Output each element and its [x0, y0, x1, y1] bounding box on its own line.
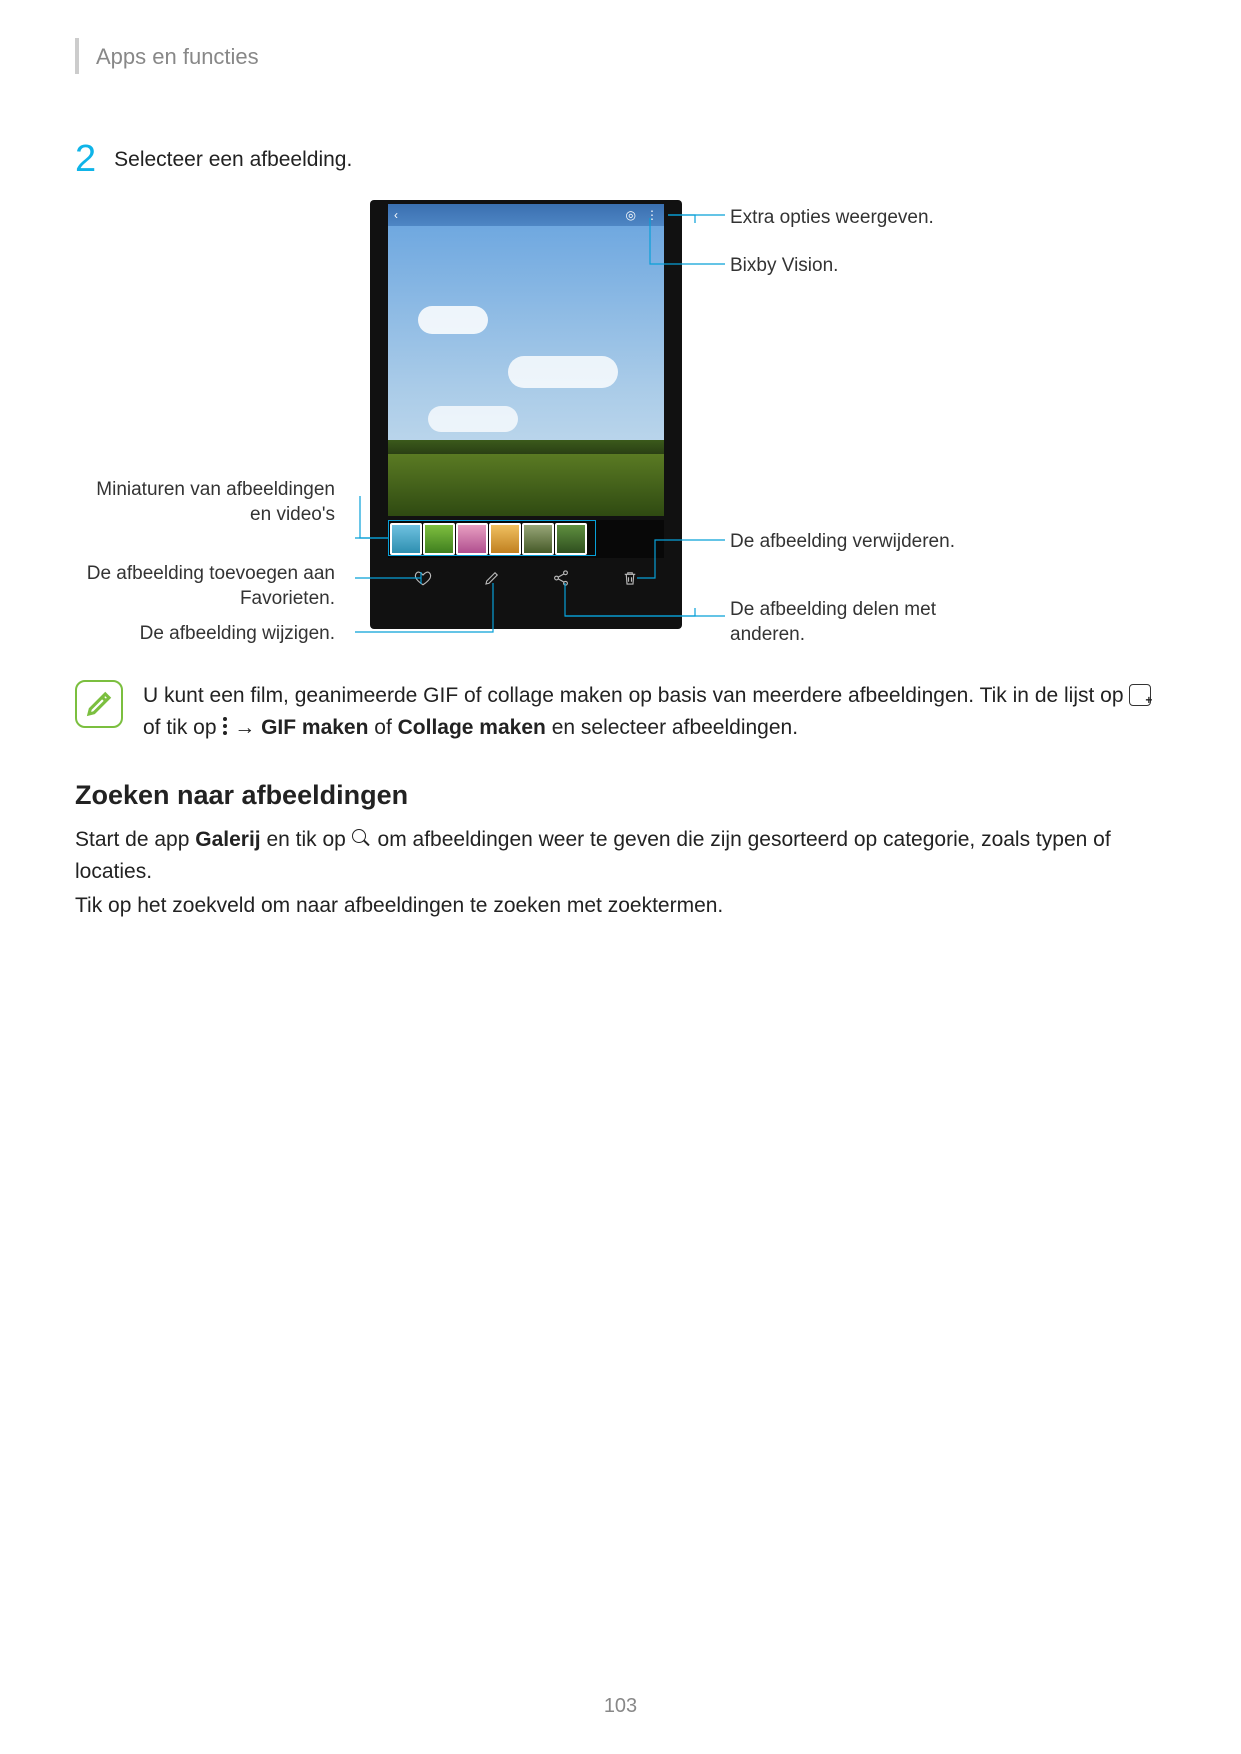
note-of: of [368, 716, 397, 739]
para1-galerij: Galerij [195, 828, 260, 851]
callout-edit: De afbeelding wijzigen. [75, 622, 335, 647]
header-rule [75, 38, 79, 74]
paragraph-2: Tik op het zoekveld om naar afbeeldingen… [75, 890, 1165, 922]
back-icon: ‹ [394, 208, 398, 222]
callout-delete: De afbeelding verwijderen. [730, 530, 955, 555]
section-heading: Zoeken naar afbeeldingen [75, 780, 408, 811]
diagram: ‹ ◎ ⋮ [75, 200, 1165, 670]
more-options-icon [222, 717, 228, 737]
note-box: U kunt een film, geanimeerde GIF of coll… [75, 680, 1165, 743]
edit-icon [478, 564, 506, 592]
callout-share: De afbeelding delen met anderen. [730, 598, 990, 647]
callout-thumbs: Miniaturen van afbeeldingen en video's [75, 478, 335, 527]
phone-topbar: ‹ ◎ ⋮ [388, 204, 664, 226]
callout-favorite: De afbeelding toevoegen aan Favorieten. [75, 562, 335, 611]
bixby-vision-icon: ◎ [626, 208, 636, 222]
thumbnail-strip [388, 520, 664, 558]
thumbnail [390, 523, 422, 555]
paragraph-1: Start de app Galerij en tik op om afbeel… [75, 824, 1165, 887]
thumbnail [555, 523, 587, 555]
callout-bixby: Bixby Vision. [730, 254, 838, 279]
delete-icon [616, 564, 644, 592]
note-arrow: → [228, 716, 261, 739]
phone-screenshot: ‹ ◎ ⋮ [370, 200, 682, 629]
step-number: 2 [75, 138, 96, 181]
step-2: 2 Selecteer een afbeelding. [75, 138, 352, 181]
step-text: Selecteer een afbeelding. [114, 148, 352, 172]
thumbnail [423, 523, 455, 555]
note-part3: en selecteer afbeeldingen. [546, 716, 798, 739]
search-icon [352, 829, 372, 849]
note-collage: Collage maken [398, 716, 546, 739]
photo-preview [388, 226, 664, 516]
thumbnail [522, 523, 554, 555]
thumbnail [456, 523, 488, 555]
favorite-icon [409, 564, 437, 592]
note-part1: U kunt een film, geanimeerde GIF of coll… [143, 684, 1129, 707]
para1-b: en tik op [261, 828, 352, 851]
note-part2: of tik op [143, 716, 222, 739]
callout-extra-options: Extra opties weergeven. [730, 206, 934, 231]
para1-a: Start de app [75, 828, 195, 851]
thumbnail [489, 523, 521, 555]
more-options-icon: ⋮ [646, 208, 658, 222]
share-icon [547, 564, 575, 592]
note-gif: GIF maken [261, 716, 368, 739]
page-number: 103 [0, 1695, 1241, 1718]
note-icon [75, 680, 123, 728]
action-bar [388, 562, 664, 594]
create-collage-icon [1129, 684, 1151, 706]
page-header-title: Apps en functies [96, 44, 259, 70]
note-text: U kunt een film, geanimeerde GIF of coll… [143, 680, 1165, 743]
